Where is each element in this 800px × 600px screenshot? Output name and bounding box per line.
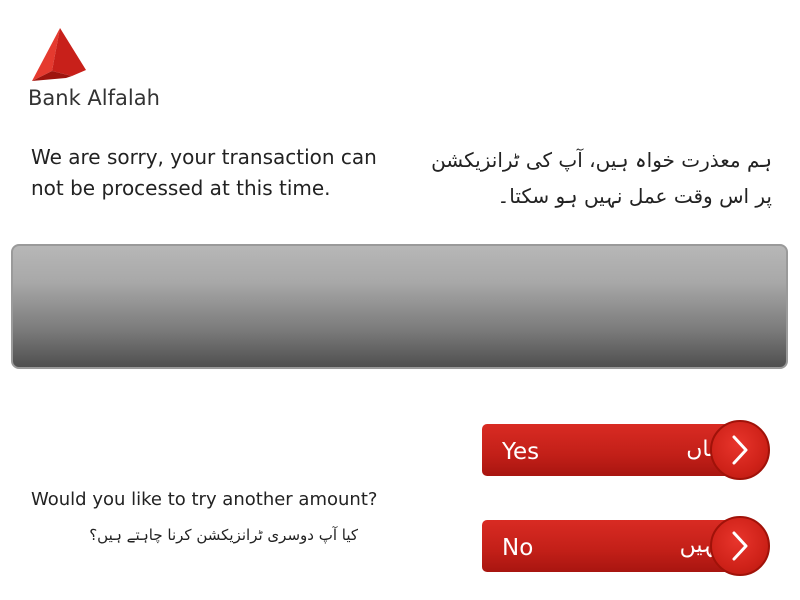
chevron-right-icon: [732, 531, 748, 561]
question-english: Would you like to try another amount?: [31, 489, 378, 510]
bank-name: Bank Alfalah: [28, 86, 160, 110]
yes-button-bar[interactable]: Yes ہاں: [482, 424, 742, 476]
bank-logo: Bank Alfalah: [28, 26, 168, 116]
no-label-english: No: [502, 535, 534, 561]
error-message-english: We are sorry, your transaction can not b…: [31, 145, 377, 200]
no-label-urdu: نہیں: [679, 533, 722, 558]
yes-label-english: Yes: [502, 439, 540, 465]
chevron-right-icon: [732, 435, 748, 465]
error-message-urdu: ہم معذرت خواہ ہیں، آپ کی ٹرانزیکشن پر اس…: [431, 148, 772, 208]
alfalah-logo-icon: [32, 28, 86, 81]
no-button-bar[interactable]: No نہیں: [482, 520, 742, 572]
yes-label-urdu: ہاں: [686, 437, 722, 462]
yes-arrow-button[interactable]: [710, 420, 770, 480]
question-urdu: کیا آپ دوسری ٹرانزیکشن کرنا چاہتے ہیں؟: [89, 526, 358, 544]
info-panel: [11, 244, 788, 369]
yes-button[interactable]: Yes ہاں: [482, 420, 772, 480]
no-arrow-button[interactable]: [710, 516, 770, 576]
no-button[interactable]: No نہیں: [482, 516, 772, 576]
